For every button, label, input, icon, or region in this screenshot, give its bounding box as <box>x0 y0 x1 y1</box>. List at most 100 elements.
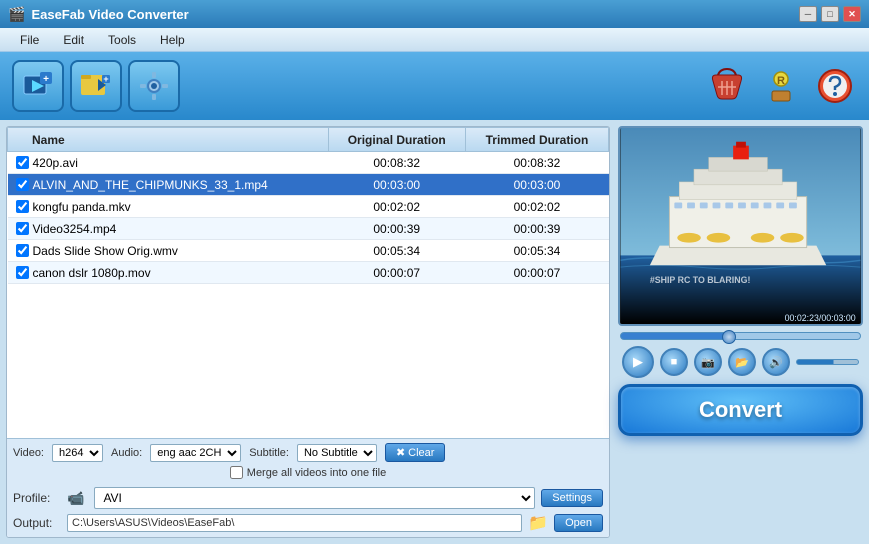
profile-label: Profile: <box>13 491 61 505</box>
table-row[interactable]: Video3254.mp4 00:00:39 00:00:39 <box>8 218 609 240</box>
register-button[interactable]: R <box>759 64 803 108</box>
col-trimmed-duration: Trimmed Duration <box>465 128 608 152</box>
minimize-button[interactable]: ─ <box>799 6 817 22</box>
merge-row: Merge all videos into one file <box>13 466 603 479</box>
settings-icon <box>138 70 170 102</box>
menu-tools[interactable]: Tools <box>96 31 148 49</box>
original-duration: 00:05:34 <box>328 240 465 262</box>
close-button[interactable]: ✕ <box>843 6 861 22</box>
basket-icon <box>708 67 746 105</box>
seekbar-container <box>618 332 863 340</box>
subtitle-label: Subtitle: <box>249 447 289 459</box>
window-controls: ─ □ ✕ <box>799 6 861 22</box>
menu-edit[interactable]: Edit <box>51 31 96 49</box>
toolbar: + + <box>0 52 869 120</box>
svg-text:#SHIP RC TO BLARING!: #SHIP RC TO BLARING! <box>650 275 751 285</box>
file-list-panel: Name Original Duration Trimmed Duration … <box>6 126 610 538</box>
file-name: kongfu panda.mkv <box>33 200 131 214</box>
file-checkbox-3[interactable] <box>16 222 29 235</box>
file-name-cell: Dads Slide Show Orig.wmv <box>8 240 329 262</box>
file-table-container: Name Original Duration Trimmed Duration … <box>7 127 609 438</box>
trimmed-duration: 00:05:34 <box>465 240 608 262</box>
video-select[interactable]: h264 <box>52 444 103 462</box>
subtitle-select[interactable]: No Subtitle <box>297 444 377 462</box>
output-row: Output: 📁 Open <box>13 513 603 533</box>
stop-button[interactable]: ■ <box>660 348 688 376</box>
trimmed-duration: 00:00:07 <box>465 262 608 284</box>
file-table: Name Original Duration Trimmed Duration … <box>7 127 609 284</box>
file-name: ALVIN_AND_THE_CHIPMUNKS_33_1.mp4 <box>33 178 268 192</box>
svg-text:+: + <box>103 74 108 84</box>
clear-button[interactable]: ✖ Clear <box>385 443 446 462</box>
trimmed-duration: 00:00:39 <box>465 218 608 240</box>
volume-button[interactable]: 🔊 <box>762 348 790 376</box>
add-video-icon: + <box>22 70 54 102</box>
original-duration: 00:00:07 <box>328 262 465 284</box>
output-label: Output: <box>13 516 61 530</box>
trimmed-duration: 00:02:02 <box>465 196 608 218</box>
help-icon <box>816 67 854 105</box>
titlebar: 🎬 EaseFab Video Converter ─ □ ✕ <box>0 0 869 28</box>
table-row[interactable]: ALVIN_AND_THE_CHIPMUNKS_33_1.mp4 00:03:0… <box>8 174 609 196</box>
settings-toolbar-button[interactable] <box>128 60 180 112</box>
seekbar[interactable] <box>620 332 861 340</box>
col-name: Name <box>8 128 329 152</box>
file-checkbox-0[interactable] <box>16 156 29 169</box>
browse-folder-icon[interactable]: 📁 <box>528 513 548 533</box>
volume-slider[interactable] <box>796 359 859 365</box>
audio-label: Audio: <box>111 447 142 459</box>
merge-checkbox[interactable] <box>230 466 243 479</box>
table-row[interactable]: canon dslr 1080p.mov 00:00:07 00:00:07 <box>8 262 609 284</box>
convert-button[interactable]: Convert <box>618 384 863 436</box>
menubar: File Edit Tools Help <box>0 28 869 52</box>
file-name-cell: kongfu panda.mkv <box>8 196 329 218</box>
preview-image: #SHIP RC TO BLARING! 00:02:23/00:03:00 <box>620 128 861 324</box>
open-button[interactable]: Open <box>554 514 603 532</box>
file-checkbox-5[interactable] <box>16 266 29 279</box>
profile-select[interactable]: AVI <box>94 487 535 509</box>
file-name-cell: 420p.avi <box>8 152 329 174</box>
screenshot-button[interactable]: 📷 <box>694 348 722 376</box>
seekbar-thumb[interactable] <box>722 330 736 344</box>
original-duration: 00:08:32 <box>328 152 465 174</box>
video-preview: #SHIP RC TO BLARING! 00:02:23/00:03:00 <box>618 126 863 326</box>
menu-file[interactable]: File <box>8 31 51 49</box>
file-name-cell: Video3254.mp4 <box>8 218 329 240</box>
svg-text:+: + <box>43 74 49 85</box>
add-folder-icon: + <box>80 70 112 102</box>
avi-icon: 📹 <box>67 490 84 507</box>
main-area: Name Original Duration Trimmed Duration … <box>0 120 869 544</box>
file-name: 420p.avi <box>33 156 78 170</box>
file-table-body: 420p.avi 00:08:32 00:08:32 ALVIN_AND_THE… <box>8 152 609 284</box>
basket-button[interactable] <box>705 64 749 108</box>
merge-label: Merge all videos into one file <box>247 467 386 479</box>
file-name-cell: canon dslr 1080p.mov <box>8 262 329 284</box>
table-row[interactable]: 420p.avi 00:08:32 00:08:32 <box>8 152 609 174</box>
file-checkbox-4[interactable] <box>16 244 29 257</box>
output-path-input[interactable] <box>67 514 522 532</box>
file-checkbox-1[interactable] <box>16 178 29 191</box>
settings-button[interactable]: Settings <box>541 489 603 507</box>
add-video-button[interactable]: + <box>12 60 64 112</box>
file-checkbox-2[interactable] <box>16 200 29 213</box>
maximize-button[interactable]: □ <box>821 6 839 22</box>
profile-row: Profile: 📹 AVI Settings <box>13 487 603 509</box>
bottom-controls: Video: h264 Audio: eng aac 2CH Subtitle:… <box>7 438 609 483</box>
add-folder-button[interactable]: + <box>70 60 122 112</box>
toolbar-right: R <box>705 64 857 108</box>
menu-help[interactable]: Help <box>148 31 197 49</box>
table-row[interactable]: kongfu panda.mkv 00:02:02 00:02:02 <box>8 196 609 218</box>
table-row[interactable]: Dads Slide Show Orig.wmv 00:05:34 00:05:… <box>8 240 609 262</box>
app-title: EaseFab Video Converter <box>31 7 188 22</box>
original-duration: 00:02:02 <box>328 196 465 218</box>
audio-select[interactable]: eng aac 2CH <box>150 444 241 462</box>
clear-icon: ✖ <box>396 446 405 459</box>
svg-text:R: R <box>777 75 785 87</box>
help-button[interactable] <box>813 64 857 108</box>
file-name: canon dslr 1080p.mov <box>33 266 151 280</box>
trimmed-duration: 00:03:00 <box>465 174 608 196</box>
trimmed-duration: 00:08:32 <box>465 152 608 174</box>
open-file-button[interactable]: 📂 <box>728 348 756 376</box>
file-name: Dads Slide Show Orig.wmv <box>33 244 178 258</box>
play-button[interactable]: ▶ <box>622 346 654 378</box>
